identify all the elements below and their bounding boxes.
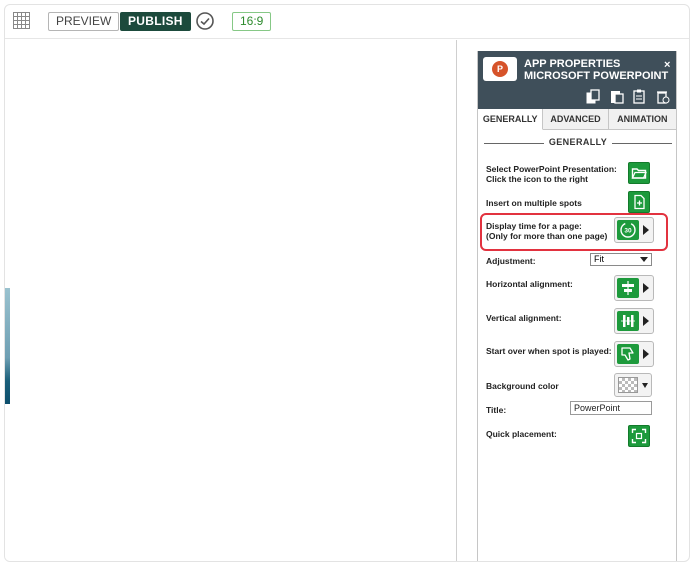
- adjustment-value: Fit: [594, 254, 604, 264]
- start-over-green: [617, 344, 639, 364]
- powerpoint-logo-icon: P: [483, 57, 517, 81]
- panel-title: APP PROPERTIES MICROSOFT POWERPOINT: [524, 58, 668, 82]
- preview-button[interactable]: PREVIEW: [48, 12, 120, 31]
- copy-icon[interactable]: [586, 89, 601, 104]
- horizontal-alignment-green: [617, 278, 639, 298]
- multi-insert-icon: [634, 194, 645, 210]
- top-toolbar: PREVIEW PUBLISH 16:9: [5, 5, 689, 39]
- editor-canvas[interactable]: [5, 40, 457, 561]
- horizontal-alignment-label: Horizontal alignment:: [486, 279, 573, 289]
- aspect-ratio-button[interactable]: 16:9: [232, 12, 272, 31]
- panel-title-line1: APP PROPERTIES: [524, 58, 621, 70]
- expand-icon: [631, 428, 647, 444]
- paste-icon[interactable]: [609, 89, 624, 104]
- transparent-swatch: [618, 377, 638, 393]
- tab-generally[interactable]: GENERALLY: [478, 109, 544, 130]
- select-presentation-label: Select PowerPoint Presentation: Click th…: [486, 164, 617, 184]
- quick-placement-button[interactable]: [628, 425, 650, 447]
- horizontal-alignment-arrow-icon[interactable]: [643, 283, 649, 293]
- title-input[interactable]: [570, 401, 652, 415]
- adjustment-select[interactable]: Fit: [590, 253, 652, 266]
- chevron-down-icon: [640, 257, 648, 262]
- panel-header-actions: [586, 89, 670, 105]
- app-frame: PREVIEW PUBLISH 16:9 P APP PROPERTIES MI…: [4, 4, 690, 562]
- background-color-picker[interactable]: [614, 373, 652, 397]
- insert-multiple-label: Insert on multiple spots: [486, 198, 582, 208]
- panel-title-line2: MICROSOFT POWERPOINT: [524, 70, 669, 82]
- vertical-alignment-green: [617, 311, 639, 331]
- select-presentation-button[interactable]: [628, 162, 650, 184]
- section-divider-right: [612, 143, 672, 144]
- chevron-down-icon: [642, 383, 648, 388]
- panel-header: P APP PROPERTIES MICROSOFT POWERPOINT ×: [478, 51, 676, 109]
- start-over-button[interactable]: [614, 341, 654, 367]
- canvas-image-strip: [5, 288, 10, 404]
- grid-icon[interactable]: [13, 12, 30, 29]
- tab-advanced[interactable]: ADVANCED: [543, 109, 609, 129]
- delete-icon[interactable]: [655, 89, 670, 104]
- select-presentation-line1: Select PowerPoint Presentation:: [486, 164, 617, 174]
- app-properties-panel: P APP PROPERTIES MICROSOFT POWERPOINT × …: [477, 51, 677, 561]
- title-label: Title:: [486, 405, 507, 415]
- vertical-alignment-arrow-icon[interactable]: [643, 316, 649, 326]
- folder-icon: [631, 168, 647, 179]
- thumbs-down-icon: [621, 347, 634, 361]
- tab-animation[interactable]: ANIMATION: [609, 109, 676, 129]
- insert-multiple-button[interactable]: [628, 191, 650, 213]
- powerpoint-logo-letter: P: [492, 61, 508, 77]
- quick-placement-label: Quick placement:: [486, 429, 557, 439]
- panel-tabs: GENERALLY ADVANCED ANIMATION: [478, 109, 676, 130]
- start-over-label: Start over when spot is played:: [486, 346, 612, 356]
- vertical-alignment-label: Vertical alignment:: [486, 313, 562, 323]
- adjustment-label: Adjustment:: [486, 256, 536, 266]
- select-presentation-line2: Click the icon to the right: [486, 174, 589, 184]
- background-color-label: Background color: [486, 381, 559, 391]
- publish-button[interactable]: PUBLISH: [120, 12, 191, 31]
- align-horizontal-icon: [622, 281, 634, 295]
- clipboard-icon[interactable]: [632, 89, 647, 104]
- horizontal-alignment-button[interactable]: [614, 275, 654, 301]
- start-over-arrow-icon[interactable]: [643, 349, 649, 359]
- align-vertical-icon: [621, 315, 635, 327]
- section-title: GENERALLY: [548, 137, 608, 147]
- close-icon[interactable]: ×: [664, 59, 670, 71]
- section-header: GENERALLY: [484, 137, 672, 149]
- vertical-alignment-button[interactable]: [614, 308, 654, 334]
- display-time-highlight: [480, 213, 668, 251]
- check-circle-icon[interactable]: [195, 11, 215, 31]
